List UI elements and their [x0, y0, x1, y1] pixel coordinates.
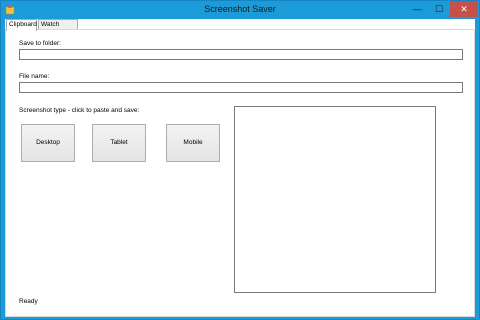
- screenshot-type-label: Screenshot type - click to paste and sav…: [19, 107, 140, 114]
- minimize-button[interactable]: —: [406, 1, 428, 17]
- file-name-input[interactable]: [19, 82, 463, 93]
- file-name-label: File name:: [19, 73, 50, 80]
- app-window: Screenshot Saver — ☐ ✕ Clipboard Watch f…: [0, 0, 480, 320]
- desktop-button[interactable]: Desktop: [21, 124, 75, 162]
- save-folder-input[interactable]: [19, 49, 463, 60]
- tablet-button[interactable]: Tablet: [92, 124, 146, 162]
- save-folder-label: Save to folder:: [19, 40, 61, 47]
- maximize-button[interactable]: ☐: [428, 1, 450, 17]
- title-bar[interactable]: Screenshot Saver — ☐ ✕: [1, 1, 479, 19]
- close-button[interactable]: ✕: [450, 1, 478, 17]
- status-text: Ready: [19, 298, 38, 305]
- client-area: Clipboard Watch folder Save to folder: F…: [5, 19, 475, 317]
- screenshot-preview: [234, 106, 436, 293]
- clipboard-tab-page: Save to folder: File name: Screenshot ty…: [5, 29, 475, 317]
- mobile-button[interactable]: Mobile: [166, 124, 220, 162]
- tab-clipboard[interactable]: Clipboard: [6, 19, 37, 31]
